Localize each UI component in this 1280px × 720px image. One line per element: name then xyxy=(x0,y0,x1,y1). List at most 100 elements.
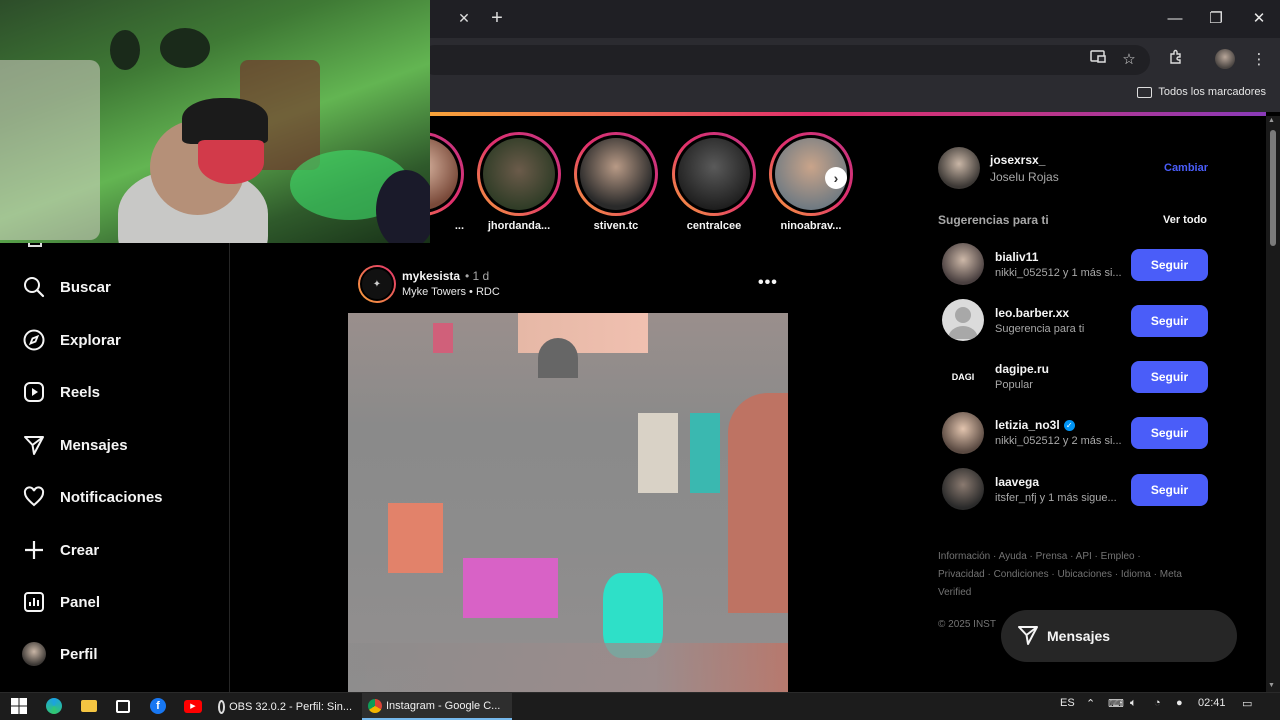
maximize-button[interactable]: ❐ xyxy=(1204,8,1228,30)
scroll-up-icon[interactable]: ▲ xyxy=(1268,117,1275,124)
store-icon[interactable] xyxy=(113,696,133,716)
messages-floating-button[interactable]: Mensajes xyxy=(1001,610,1237,662)
footer-links[interactable]: Información · Ayuda · Prensa · API · Emp… xyxy=(938,548,1188,602)
close-window-button[interactable]: ✕ xyxy=(1247,8,1271,30)
sidebar-item-notifications[interactable]: Notificaciones xyxy=(22,483,163,511)
follow-button[interactable]: Seguir xyxy=(1131,305,1208,337)
sidebar-item-label: Explorar xyxy=(60,331,121,349)
sidebar-item-search[interactable]: Buscar xyxy=(22,273,111,301)
suggestion-subtext: Popular xyxy=(995,379,1033,391)
follow-button[interactable]: Seguir xyxy=(1131,474,1208,506)
scroll-down-icon[interactable]: ▼ xyxy=(1268,682,1275,689)
sidebar-item-label: Perfil xyxy=(60,645,98,663)
story-username: ninoabrav... xyxy=(780,220,842,232)
switch-account-link[interactable]: Cambiar xyxy=(1164,162,1208,174)
more-options-icon[interactable]: ••• xyxy=(758,274,778,292)
follow-button[interactable]: Seguir xyxy=(1131,361,1208,393)
post-avatar[interactable]: ✦ xyxy=(358,265,396,303)
send-icon xyxy=(1017,624,1039,649)
suggestion-username-text: laavega xyxy=(995,475,1040,489)
edge-browser-icon[interactable] xyxy=(44,696,64,716)
see-all-link[interactable]: Ver todo xyxy=(1163,214,1207,226)
all-bookmarks-label: Todos los marcadores xyxy=(1158,86,1266,98)
minimize-button[interactable]: — xyxy=(1163,8,1187,30)
suggestion-avatar[interactable] xyxy=(942,412,984,454)
default-avatar-icon[interactable] xyxy=(942,299,984,341)
sidebar-item-dashboard[interactable]: Panel xyxy=(22,588,100,616)
sidebar-item-reels[interactable]: Reels xyxy=(22,378,100,406)
language-indicator[interactable]: ES xyxy=(1060,697,1075,709)
scrollbar-thumb[interactable] xyxy=(1270,130,1276,246)
facebook-icon[interactable]: f xyxy=(148,696,168,716)
sidebar-item-explore[interactable]: Explorar xyxy=(22,326,121,354)
verified-badge-icon: ✓ xyxy=(1063,419,1075,431)
follow-button[interactable]: Seguir xyxy=(1131,417,1208,449)
sidebar-item-messages[interactable]: Mensajes xyxy=(22,431,128,459)
volume-icon[interactable]: 🔈︎ xyxy=(1130,697,1137,710)
youtube-icon[interactable]: ▶ xyxy=(183,696,203,716)
all-bookmarks-button[interactable]: Todos los marcadores xyxy=(1137,86,1266,98)
sidebar-item-label: Reels xyxy=(60,383,101,401)
sidebar xyxy=(0,243,230,692)
chevron-up-icon[interactable]: ⌃ xyxy=(1086,697,1095,710)
chevron-right-icon: › xyxy=(833,170,839,186)
notifications-icon[interactable]: ▭ xyxy=(1242,697,1252,710)
suggestion-avatar[interactable] xyxy=(942,243,984,285)
suggestion-username-text: leo.barber.xx xyxy=(995,306,1070,320)
address-bar[interactable] xyxy=(420,45,1150,75)
suggestion-subtext: nikki_052512 y 2 más si... xyxy=(995,435,1122,447)
follow-button[interactable]: Seguir xyxy=(1131,249,1208,281)
suggestion-username[interactable]: laavega xyxy=(995,475,1039,489)
wifi-icon[interactable]: ◔ xyxy=(1154,697,1161,709)
post-image[interactable] xyxy=(348,313,788,692)
suggestion-username[interactable]: dagipe.ru xyxy=(995,362,1049,376)
new-tab-button[interactable]: + xyxy=(487,7,507,29)
story-username: centralcee xyxy=(686,220,742,232)
sidebar-item-label: Notificaciones xyxy=(60,488,163,506)
sidebar-item-profile[interactable]: Perfil xyxy=(22,640,98,668)
story-item[interactable]: stiven.tc xyxy=(574,132,658,232)
extensions-icon[interactable] xyxy=(1165,49,1187,71)
home-icon[interactable] xyxy=(28,243,42,247)
suggestion-subtext: Sugerencia para ti xyxy=(995,323,1085,335)
stories-next-button[interactable]: › xyxy=(825,167,847,189)
messages-label: Mensajes xyxy=(1047,628,1111,644)
taskbar-app-label: Instagram - Google C... xyxy=(386,699,501,712)
story-username: stiven.tc xyxy=(593,220,639,232)
suggestion-avatar[interactable] xyxy=(942,468,984,510)
suggestion-username[interactable]: bialiv11 xyxy=(995,250,1038,264)
copyright-text: © 2025 INST xyxy=(938,619,996,630)
suggestion-username-text: bialiv11 xyxy=(995,250,1039,264)
account-avatar[interactable] xyxy=(938,147,980,189)
account-name: Joselu Rojas xyxy=(990,170,1059,184)
post-username[interactable]: mykesista xyxy=(402,269,460,283)
profile-avatar-icon[interactable] xyxy=(1215,49,1237,71)
tab-close-icon[interactable]: ✕ xyxy=(455,9,473,27)
story-item[interactable]: centralcee xyxy=(672,132,756,232)
webcam-overlay xyxy=(0,0,430,243)
story-username: jhordanda... xyxy=(487,220,551,232)
suggestion-username[interactable]: letizia_no3l ✓ xyxy=(995,418,1075,432)
browser-menu-icon[interactable]: ⋮ xyxy=(1248,49,1270,71)
account-username[interactable]: josexrsx_ xyxy=(990,153,1045,167)
taskbar-app-obs[interactable]: OBS 32.0.2 - Perfil: Sin... xyxy=(212,693,358,720)
network-icon[interactable]: ⌨ xyxy=(1108,697,1124,710)
clock[interactable]: 02:41 xyxy=(1198,697,1226,709)
microphone-icon[interactable]: ● xyxy=(1176,697,1183,709)
bookmark-star-icon[interactable]: ☆ xyxy=(1118,49,1140,71)
post-subtitle[interactable]: Myke Towers • RDC xyxy=(402,286,500,298)
windows-start-icon[interactable] xyxy=(9,696,29,716)
story-item[interactable]: jhordanda... xyxy=(477,132,561,232)
instagram-gradient-bar xyxy=(430,112,1266,116)
taskbar-app-chrome[interactable]: Instagram - Google C... xyxy=(362,693,512,720)
obs-icon xyxy=(218,699,226,714)
file-explorer-icon[interactable] xyxy=(79,696,99,716)
sidebar-item-label: Crear xyxy=(60,541,100,559)
suggestion-username[interactable]: leo.barber.xx xyxy=(995,306,1069,320)
suggestion-username-text: letizia_no3l xyxy=(995,418,1060,432)
sidebar-item-create[interactable]: Crear xyxy=(22,536,99,564)
suggestion-avatar[interactable]: DAGI xyxy=(942,356,984,398)
cast-icon[interactable] xyxy=(1087,49,1109,71)
suggestions-title: Sugerencias para ti xyxy=(938,213,1049,227)
profile-avatar-icon xyxy=(22,642,46,666)
